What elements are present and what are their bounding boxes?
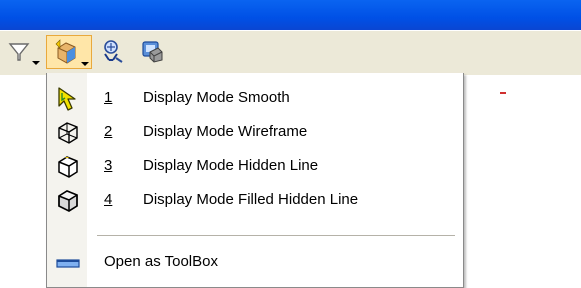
filter-icon — [8, 43, 30, 61]
wireframe-cube-icon — [58, 122, 78, 144]
toolbox-icon — [56, 259, 80, 268]
menu-item-open-as-toolbox[interactable]: Open as ToolBox — [47, 245, 463, 279]
menu-item-accelerator: 2 — [104, 123, 113, 140]
filter-button[interactable] — [6, 35, 42, 69]
inspect-button[interactable] — [98, 35, 128, 69]
filled-hidden-line-cube-icon — [58, 190, 78, 212]
menu-item-display-mode-filled-hidden-line[interactable]: 4 Display Mode Filled Hidden Line — [47, 183, 463, 217]
menu-item-accelerator: 4 — [104, 191, 113, 208]
menu-item-display-mode-hidden-line[interactable]: 3 Display Mode Hidden Line — [47, 149, 463, 183]
inspect-icon — [104, 40, 123, 63]
display-mode-icon — [55, 39, 76, 64]
background-mark — [500, 92, 506, 94]
hidden-line-cube-icon — [58, 156, 78, 178]
smooth-cursor-icon — [58, 87, 76, 111]
menu-item-label: Display Mode Smooth — [143, 89, 290, 106]
menu-separator — [97, 235, 455, 236]
menu-item-label: Open as ToolBox — [104, 253, 218, 270]
menu-item-accelerator: 3 — [104, 157, 113, 174]
chevron-down-icon — [32, 61, 40, 65]
window-titlebar — [0, 0, 581, 30]
render-button[interactable] — [136, 35, 166, 69]
menu-item-accelerator: 1 — [104, 89, 113, 106]
menu-item-display-mode-smooth[interactable]: 1 Display Mode Smooth — [47, 81, 463, 115]
menu-item-label: Display Mode Wireframe — [143, 123, 308, 140]
toolbar — [0, 30, 581, 75]
display-mode-button[interactable] — [46, 35, 92, 69]
menu-item-label: Display Mode Filled Hidden Line — [143, 191, 359, 208]
menu-item-display-mode-wireframe[interactable]: 2 Display Mode Wireframe — [47, 115, 463, 149]
chevron-down-icon — [81, 62, 89, 66]
display-mode-menu: 1 Display Mode Smooth 2 Display Mode Wir… — [46, 73, 464, 288]
menu-item-label: Display Mode Hidden Line — [143, 157, 319, 174]
render-icon — [142, 41, 163, 63]
